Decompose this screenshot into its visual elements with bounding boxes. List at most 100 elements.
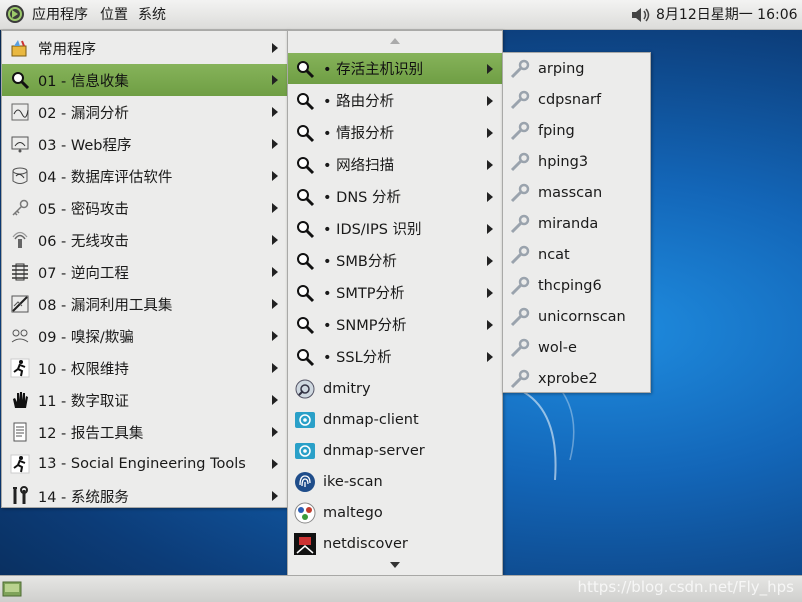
submenu-arrow-icon <box>272 203 278 213</box>
magnifier-icon <box>294 90 316 112</box>
kali-logo-icon[interactable] <box>5 4 25 24</box>
submenu-arrow-icon <box>272 171 278 181</box>
submenu-arrow-icon <box>272 427 278 437</box>
submenu-item-ssl-analysis[interactable]: • SSL分析 <box>288 341 502 372</box>
places-menu-button[interactable]: 位置 <box>100 7 128 23</box>
submenu-arrow-icon <box>272 331 278 341</box>
tool-item-ncat[interactable]: ncat <box>503 239 650 270</box>
tool-item-hping3[interactable]: hping3 <box>503 146 650 177</box>
dmitry-icon <box>294 378 316 400</box>
netdiscover-icon <box>294 532 316 555</box>
submenu-item-snmp-analysis[interactable]: • SNMP分析 <box>288 309 502 340</box>
dnmap-icon <box>294 409 316 431</box>
tool-item-wol-e[interactable]: wol-e <box>503 332 650 363</box>
wrench-icon <box>509 213 531 235</box>
submenu-item-osint-analysis[interactable]: • 情报分析 <box>288 117 502 148</box>
wrench-icon <box>509 337 531 359</box>
submenu-item-route-analysis[interactable]: • 路由分析 <box>288 85 502 116</box>
clock[interactable]: 8月12日星期一 16:06 <box>656 7 798 23</box>
submenu-item-maltego[interactable]: maltego <box>288 497 502 528</box>
tool-item-xprobe2[interactable]: xprobe2 <box>503 363 650 394</box>
menu-item-exploitation-tools[interactable]: 08 - 漏洞利用工具集 <box>2 288 287 320</box>
wrench-icon <box>509 275 531 297</box>
menu-item-web-applications[interactable]: 03 - Web程序 <box>2 128 287 160</box>
submenu-item-smtp-analysis[interactable]: • SMTP分析 <box>288 277 502 308</box>
dnmap-icon <box>294 440 316 462</box>
watermark-text: https://blog.csdn.net/Fly_hps <box>577 578 794 596</box>
wrench-icon <box>509 182 531 204</box>
submenu-arrow-icon <box>487 191 493 202</box>
applications-menu-button[interactable]: 应用程序 <box>32 7 88 23</box>
submenu-arrow-icon <box>272 43 278 53</box>
submenu-item-live-host-identification[interactable]: • 存活主机识别 <box>288 53 502 84</box>
submenu-item-ike-scan[interactable]: ike-scan <box>288 466 502 497</box>
applications-menu: 常用程序 01 - 信息收集 02 - 漏洞分析 03 - Web程序 04 -… <box>1 30 288 508</box>
wrench-icon <box>509 306 531 328</box>
submenu-arrow-icon <box>272 235 278 245</box>
magnifier-icon <box>9 69 31 91</box>
magnifier-icon <box>294 314 316 336</box>
menu-item-sniffing-spoofing[interactable]: 09 - 嗅探/欺骗 <box>2 320 287 352</box>
tool-item-unicornscan[interactable]: unicornscan <box>503 301 650 332</box>
menu-item-information-gathering[interactable]: 01 - 信息收集 <box>2 64 287 96</box>
tool-item-fping[interactable]: fping <box>503 115 650 146</box>
menu-item-wireless-attacks[interactable]: 06 - 无线攻击 <box>2 224 287 256</box>
vuln-analysis-icon <box>9 101 31 123</box>
menu-item-maintaining-access[interactable]: 10 - 权限维持 <box>2 352 287 384</box>
submenu-arrow-icon <box>272 395 278 405</box>
wrench-icon <box>509 89 531 111</box>
submenu-item-dns-analysis[interactable]: • DNS 分析 <box>288 181 502 212</box>
live-host-identification-submenu: arping cdpsnarf fping hping3 masscan mir… <box>502 52 651 393</box>
submenu-item-ids-ips-identification[interactable]: • IDS/IPS 识别 <box>288 213 502 244</box>
menu-item-reverse-engineering[interactable]: 07 - 逆向工程 <box>2 256 287 288</box>
sniffing-icon <box>9 325 31 347</box>
submenu-item-smb-analysis[interactable]: • SMB分析 <box>288 245 502 276</box>
system-menu-button[interactable]: 系统 <box>138 7 166 23</box>
submenu-arrow-icon <box>487 63 493 74</box>
submenu-item-dnmap-server[interactable]: dnmap-server <box>288 435 502 466</box>
submenu-arrow-icon <box>487 255 493 266</box>
running-man-icon <box>9 357 31 379</box>
wrench-icon <box>509 368 531 390</box>
top-panel: 应用程序 位置 系统 8月12日星期一 16:06 <box>0 0 802 30</box>
scroll-down-icon[interactable] <box>390 562 400 568</box>
submenu-arrow-icon <box>487 127 493 138</box>
menu-item-database-assessment[interactable]: 04 - 数据库评估软件 <box>2 160 287 192</box>
volume-icon[interactable] <box>630 6 652 28</box>
submenu-item-netdiscover[interactable]: netdiscover <box>288 528 502 559</box>
menu-item-reporting-tools[interactable]: 12 - 报告工具集 <box>2 416 287 448</box>
magnifier-icon <box>294 58 316 80</box>
submenu-arrow-icon <box>487 95 493 106</box>
magnifier-icon <box>294 218 316 240</box>
wrench-icon <box>509 58 531 80</box>
hand-icon <box>9 389 31 411</box>
wireless-icon <box>9 229 31 251</box>
menu-item-forensics[interactable]: 11 - 数字取证 <box>2 384 287 416</box>
tool-item-cdpsnarf[interactable]: cdpsnarf <box>503 84 650 115</box>
menu-item-favorites[interactable]: 常用程序 <box>2 32 287 64</box>
tool-item-miranda[interactable]: miranda <box>503 208 650 239</box>
menu-item-password-attacks[interactable]: 05 - 密码攻击 <box>2 192 287 224</box>
submenu-arrow-icon <box>487 159 493 170</box>
database-icon <box>9 165 31 187</box>
show-desktop-icon[interactable] <box>2 580 22 598</box>
tool-item-thcping6[interactable]: thcping6 <box>503 270 650 301</box>
menu-item-vulnerability-analysis[interactable]: 02 - 漏洞分析 <box>2 96 287 128</box>
menu-item-system-services[interactable]: 14 - 系统服务 <box>2 480 287 512</box>
tools-icon <box>9 485 31 507</box>
submenu-arrow-icon <box>272 267 278 277</box>
scroll-up-icon[interactable] <box>390 38 400 44</box>
submenu-item-dnmap-client[interactable]: dnmap-client <box>288 404 502 435</box>
submenu-arrow-icon <box>487 223 493 234</box>
tool-item-masscan[interactable]: masscan <box>503 177 650 208</box>
web-app-icon <box>9 133 31 155</box>
submenu-item-dmitry[interactable]: dmitry <box>288 373 502 404</box>
submenu-arrow-icon <box>272 107 278 117</box>
menu-item-social-engineering[interactable]: 13 - Social Engineering Tools <box>2 448 287 480</box>
maltego-icon <box>294 502 316 524</box>
key-icon <box>9 197 31 219</box>
reverse-engineering-icon <box>9 261 31 283</box>
bottom-panel: https://blog.csdn.net/Fly_hps <box>0 575 802 602</box>
submenu-item-network-scanning[interactable]: • 网络扫描 <box>288 149 502 180</box>
tool-item-arping[interactable]: arping <box>503 53 650 84</box>
